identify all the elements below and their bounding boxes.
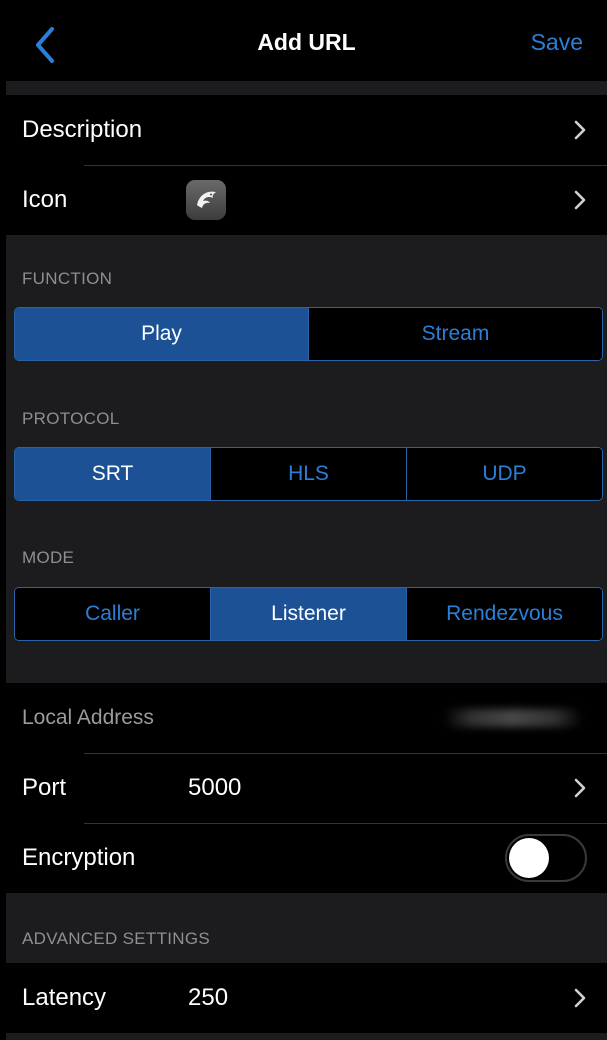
chevron-right-icon <box>574 988 586 1008</box>
toggle-knob <box>509 838 549 878</box>
save-button[interactable]: Save <box>531 29 583 56</box>
connection-group: Local Address Port 5000 Encryption <box>6 683 607 893</box>
segment-play[interactable]: Play <box>15 308 309 360</box>
advanced-group: Latency 250 <box>6 963 607 1033</box>
chevron-right-icon <box>574 778 586 798</box>
encryption-label: Encryption <box>22 844 136 871</box>
port-label: Port <box>22 774 67 801</box>
function-header: FUNCTION <box>22 269 113 288</box>
port-value: 5000 <box>188 774 242 801</box>
shark-app-icon <box>186 180 226 220</box>
advanced-settings-header: ADVANCED SETTINGS <box>22 929 211 948</box>
segment-srt[interactable]: SRT <box>15 448 211 500</box>
mode-header: MODE <box>22 548 75 567</box>
mode-segmented-control[interactable]: Caller Listener Rendezvous <box>14 587 603 641</box>
encryption-row: Encryption <box>6 823 607 893</box>
segment-stream[interactable]: Stream <box>309 308 602 360</box>
icon-row[interactable]: Icon <box>6 165 607 235</box>
latency-row[interactable]: Latency 250 <box>6 963 607 1033</box>
segment-hls[interactable]: HLS <box>211 448 407 500</box>
latency-value: 250 <box>188 984 229 1011</box>
local-address-label: Local Address <box>22 706 154 729</box>
function-segmented-control[interactable]: Play Stream <box>14 307 603 361</box>
segment-caller[interactable]: Caller <box>15 588 211 640</box>
protocol-segmented-control[interactable]: SRT HLS UDP <box>14 447 603 501</box>
description-row[interactable]: Description <box>6 95 607 165</box>
latency-label: Latency <box>22 984 107 1011</box>
navigation-bar: Add URL Save <box>6 7 607 81</box>
general-group: Description Icon <box>6 95 607 235</box>
description-label: Description <box>22 116 143 143</box>
encryption-toggle[interactable] <box>505 834 587 882</box>
segment-udp[interactable]: UDP <box>407 448 602 500</box>
segment-rendezvous[interactable]: Rendezvous <box>407 588 602 640</box>
protocol-header: PROTOCOL <box>22 409 120 428</box>
add-url-screen: Add URL Save Description Icon FUNCTION P… <box>6 7 607 1040</box>
chevron-right-icon <box>574 120 586 140</box>
page-title: Add URL <box>257 29 356 55</box>
port-row[interactable]: Port 5000 <box>6 753 607 823</box>
local-address-row: Local Address <box>6 683 607 753</box>
segment-listener[interactable]: Listener <box>211 588 407 640</box>
icon-label: Icon <box>22 186 68 213</box>
chevron-right-icon <box>574 190 586 210</box>
local-address-value-redacted <box>443 709 583 727</box>
